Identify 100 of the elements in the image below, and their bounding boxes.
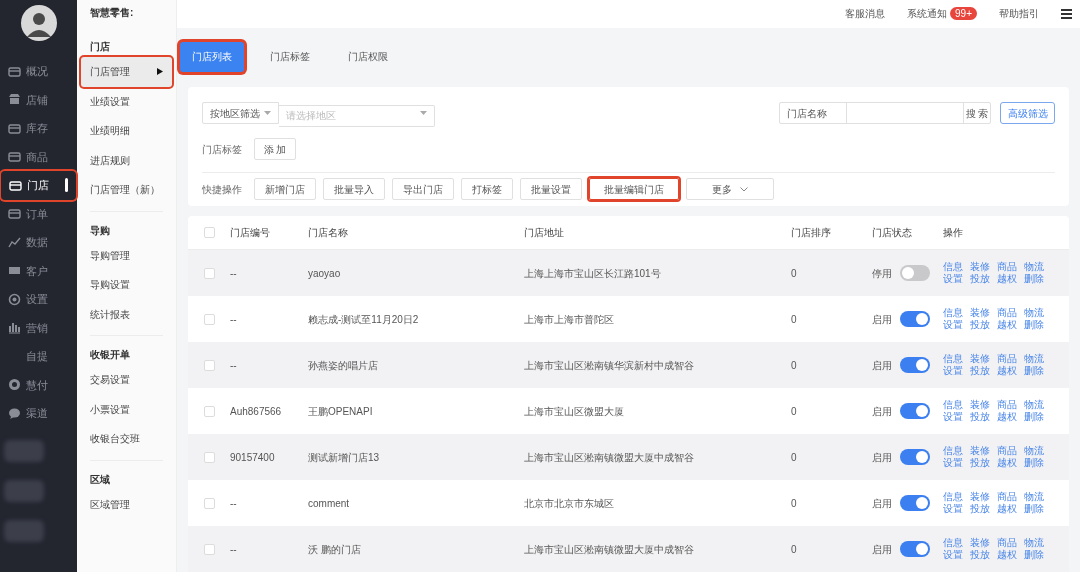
checkbox[interactable]	[204, 227, 215, 238]
sidebar-item[interactable]: 渠道	[0, 399, 77, 428]
action-link[interactable]: 投放	[970, 549, 997, 561]
action-link[interactable]: 商品	[997, 307, 1024, 319]
action-link[interactable]: 设置	[943, 549, 970, 561]
action-link[interactable]: 信息	[943, 261, 970, 273]
advanced-filter-button[interactable]: 高级筛选	[1000, 102, 1055, 124]
action-button[interactable]: 新增门店	[254, 178, 316, 200]
action-link[interactable]: 删除	[1024, 365, 1051, 377]
checkbox[interactable]	[204, 313, 215, 325]
action-link[interactable]: 删除	[1024, 319, 1051, 331]
sidebar-item[interactable]: 慧付	[0, 370, 77, 399]
checkbox[interactable]	[204, 543, 215, 555]
action-link[interactable]: 装修	[970, 537, 997, 549]
action-link[interactable]: 物流	[1024, 537, 1051, 549]
toggle-switch[interactable]	[900, 311, 930, 327]
sidebar-item[interactable]: 门店	[1, 171, 76, 200]
region-field[interactable]: 请选择地区	[279, 104, 435, 127]
topbar-link[interactable]: 帮助指引	[999, 6, 1039, 22]
sidebar-item[interactable]: 营销	[0, 313, 77, 342]
subnav-item[interactable]: 门店管理	[81, 57, 172, 87]
action-link[interactable]: 物流	[1024, 353, 1051, 365]
action-link[interactable]: 物流	[1024, 399, 1051, 411]
tab[interactable]: 门店标签	[258, 41, 322, 72]
action-link[interactable]: 投放	[970, 319, 997, 331]
toggle-switch[interactable]	[900, 541, 930, 557]
action-link[interactable]: 装修	[970, 399, 997, 411]
action-link[interactable]: 设置	[943, 503, 970, 515]
more-dropdown[interactable]: 更多	[686, 178, 774, 200]
action-link[interactable]: 越权	[997, 365, 1024, 377]
menu-icon[interactable]	[1061, 8, 1072, 19]
action-link[interactable]: 装修	[970, 261, 997, 273]
action-link[interactable]: 信息	[943, 353, 970, 365]
action-link[interactable]: 越权	[997, 503, 1024, 515]
sidebar-item[interactable]: 自提	[0, 342, 77, 371]
action-link[interactable]: 信息	[943, 491, 970, 503]
checkbox[interactable]	[204, 359, 215, 371]
action-link[interactable]: 越权	[997, 549, 1024, 561]
action-link[interactable]: 商品	[997, 445, 1024, 457]
action-link[interactable]: 越权	[997, 457, 1024, 469]
action-button[interactable]: 批量编辑门店	[589, 178, 679, 200]
action-link[interactable]: 投放	[970, 411, 997, 423]
topbar-link[interactable]: 客服消息	[845, 6, 886, 22]
action-button[interactable]: 批量设置	[520, 178, 582, 200]
action-link[interactable]: 投放	[970, 503, 997, 515]
action-link[interactable]: 信息	[943, 399, 970, 411]
action-link[interactable]: 越权	[997, 273, 1024, 285]
action-link[interactable]: 删除	[1024, 503, 1051, 515]
subnav-item[interactable]: 导购设置	[81, 270, 172, 300]
sidebar-item[interactable]: 库存	[0, 114, 77, 143]
sidebar-item[interactable]: 数据	[0, 228, 77, 257]
action-link[interactable]: 装修	[970, 491, 997, 503]
subnav-item[interactable]: 区域管理	[81, 489, 172, 519]
action-link[interactable]: 装修	[970, 353, 997, 365]
sidebar-item[interactable]: 商品	[0, 142, 77, 171]
action-link[interactable]: 物流	[1024, 307, 1051, 319]
action-link[interactable]: 商品	[997, 353, 1024, 365]
action-link[interactable]: 商品	[997, 491, 1024, 503]
action-link[interactable]: 商品	[997, 261, 1024, 273]
checkbox[interactable]	[204, 497, 215, 509]
topbar-link[interactable]: 系统通知 99+	[907, 6, 977, 22]
toggle-switch[interactable]	[900, 449, 930, 465]
tab[interactable]: 门店列表	[180, 41, 244, 72]
action-link[interactable]: 删除	[1024, 411, 1051, 423]
action-link[interactable]: 物流	[1024, 261, 1051, 273]
region-select[interactable]: 按地区筛选	[202, 102, 279, 124]
action-link[interactable]: 商品	[997, 537, 1024, 549]
action-link[interactable]: 设置	[943, 273, 970, 285]
action-link[interactable]: 信息	[943, 445, 970, 457]
action-link[interactable]: 投放	[970, 273, 997, 285]
subnav-item[interactable]: 小票设置	[81, 394, 172, 424]
sidebar-item[interactable]: 客户	[0, 256, 77, 285]
action-link[interactable]: 商品	[997, 399, 1024, 411]
sidebar-item[interactable]: 订单	[0, 199, 77, 228]
action-button[interactable]: 打标签	[461, 178, 513, 200]
toggle-switch[interactable]	[900, 495, 930, 511]
action-link[interactable]: 投放	[970, 365, 997, 377]
action-link[interactable]: 装修	[970, 445, 997, 457]
toggle-switch[interactable]	[900, 265, 930, 281]
subnav-item[interactable]: 进店规则	[81, 145, 172, 175]
action-link[interactable]: 设置	[943, 457, 970, 469]
toggle-switch[interactable]	[900, 403, 930, 419]
action-link[interactable]: 越权	[997, 319, 1024, 331]
action-link[interactable]: 删除	[1024, 457, 1051, 469]
action-link[interactable]: 越权	[997, 411, 1024, 423]
action-link[interactable]: 信息	[943, 537, 970, 549]
subnav-item[interactable]: 业绩明细	[81, 116, 172, 146]
action-link[interactable]: 删除	[1024, 549, 1051, 561]
subnav-item[interactable]: 门店管理（新）	[81, 175, 172, 205]
action-link[interactable]: 设置	[943, 319, 970, 331]
action-link[interactable]: 信息	[943, 307, 970, 319]
action-link[interactable]: 删除	[1024, 273, 1051, 285]
checkbox[interactable]	[204, 267, 215, 279]
action-link[interactable]: 投放	[970, 457, 997, 469]
subnav-item[interactable]: 交易设置	[81, 365, 172, 395]
sidebar-item[interactable]: 设置	[0, 285, 77, 314]
action-link[interactable]: 物流	[1024, 445, 1051, 457]
toggle-switch[interactable]	[900, 357, 930, 373]
action-link[interactable]: 装修	[970, 307, 997, 319]
tab[interactable]: 门店权限	[336, 41, 400, 72]
